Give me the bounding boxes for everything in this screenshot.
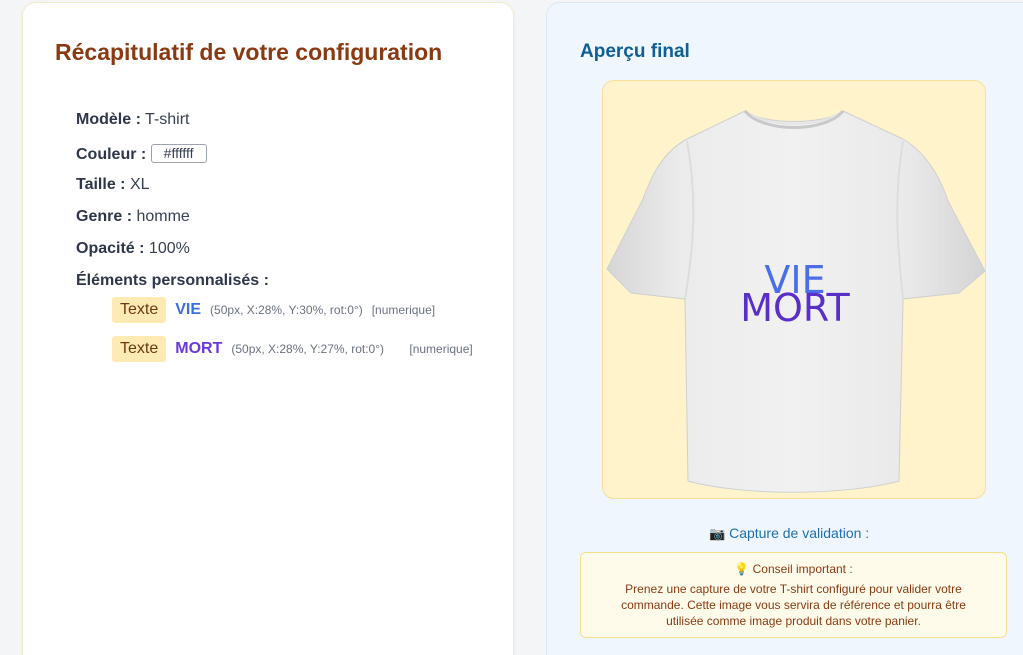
element-meta: (50px, X:28%, Y:30%, rot:0°) xyxy=(210,303,363,317)
opacity-value: 100% xyxy=(148,240,190,257)
preview-title: Aperçu final xyxy=(580,41,690,62)
spec-model: Modèle : T-shirt xyxy=(76,111,190,129)
element-text: MORT xyxy=(175,340,223,357)
capture-label: 📷 Capture de validation : xyxy=(709,525,869,542)
size-value: XL xyxy=(129,176,150,193)
element-text: VIE xyxy=(175,301,202,318)
model-label: Modèle : xyxy=(76,111,141,128)
elements-label: Éléments personnalisés : xyxy=(76,272,269,289)
element-type-badge: Texte xyxy=(112,336,167,362)
opacity-label: Opacité : xyxy=(76,240,145,257)
spec-opacity: Opacité : 100% xyxy=(76,240,190,258)
spec-color: Couleur : #ffffff xyxy=(76,144,207,164)
tip-title: Conseil important : xyxy=(752,562,853,576)
summary-card: Récapitulatif de votre configuration Mod… xyxy=(22,2,514,655)
elements-heading: Éléments personnalisés : xyxy=(76,272,269,290)
tip-box: 💡 Conseil important : Prenez une capture… xyxy=(580,552,1007,638)
gender-value: homme xyxy=(136,208,190,225)
model-value: T-shirt xyxy=(145,111,190,128)
element-tag: [numerique] xyxy=(409,342,473,356)
element-tag: [numerique] xyxy=(371,303,436,317)
element-item-mort: Texte MORT (50px, X:28%, Y:27%, rot:0°) … xyxy=(112,336,473,362)
summary-title: Récapitulatif de votre configuration xyxy=(55,39,443,65)
element-type-badge: Texte xyxy=(112,297,167,323)
element-item-vie: Texte VIE (50px, X:28%, Y:30%, rot:0°) [… xyxy=(112,297,435,323)
overlay-text-mort: MORT xyxy=(740,286,850,330)
gender-label: Genre : xyxy=(76,208,133,225)
color-label: Couleur : xyxy=(76,146,147,163)
capture-label-text: Capture de validation : xyxy=(729,525,870,541)
preview-card: Aperçu final VIE MORT 📷 Capture de valid xyxy=(546,2,1023,655)
spec-size: Taille : XL xyxy=(76,176,150,194)
color-swatch-value: #ffffff xyxy=(150,144,207,163)
element-meta: (50px, X:28%, Y:27%, rot:0°) xyxy=(231,342,385,356)
lightbulb-icon: 💡 xyxy=(734,562,750,576)
preview-frame: VIE MORT xyxy=(602,80,986,499)
tip-header: 💡 Conseil important : xyxy=(581,562,1006,576)
spec-gender: Genre : homme xyxy=(76,208,190,226)
size-label: Taille : xyxy=(76,176,126,193)
tip-text: Prenez une capture de votre T-shirt conf… xyxy=(621,582,966,628)
camera-icon: 📷 xyxy=(709,526,726,541)
